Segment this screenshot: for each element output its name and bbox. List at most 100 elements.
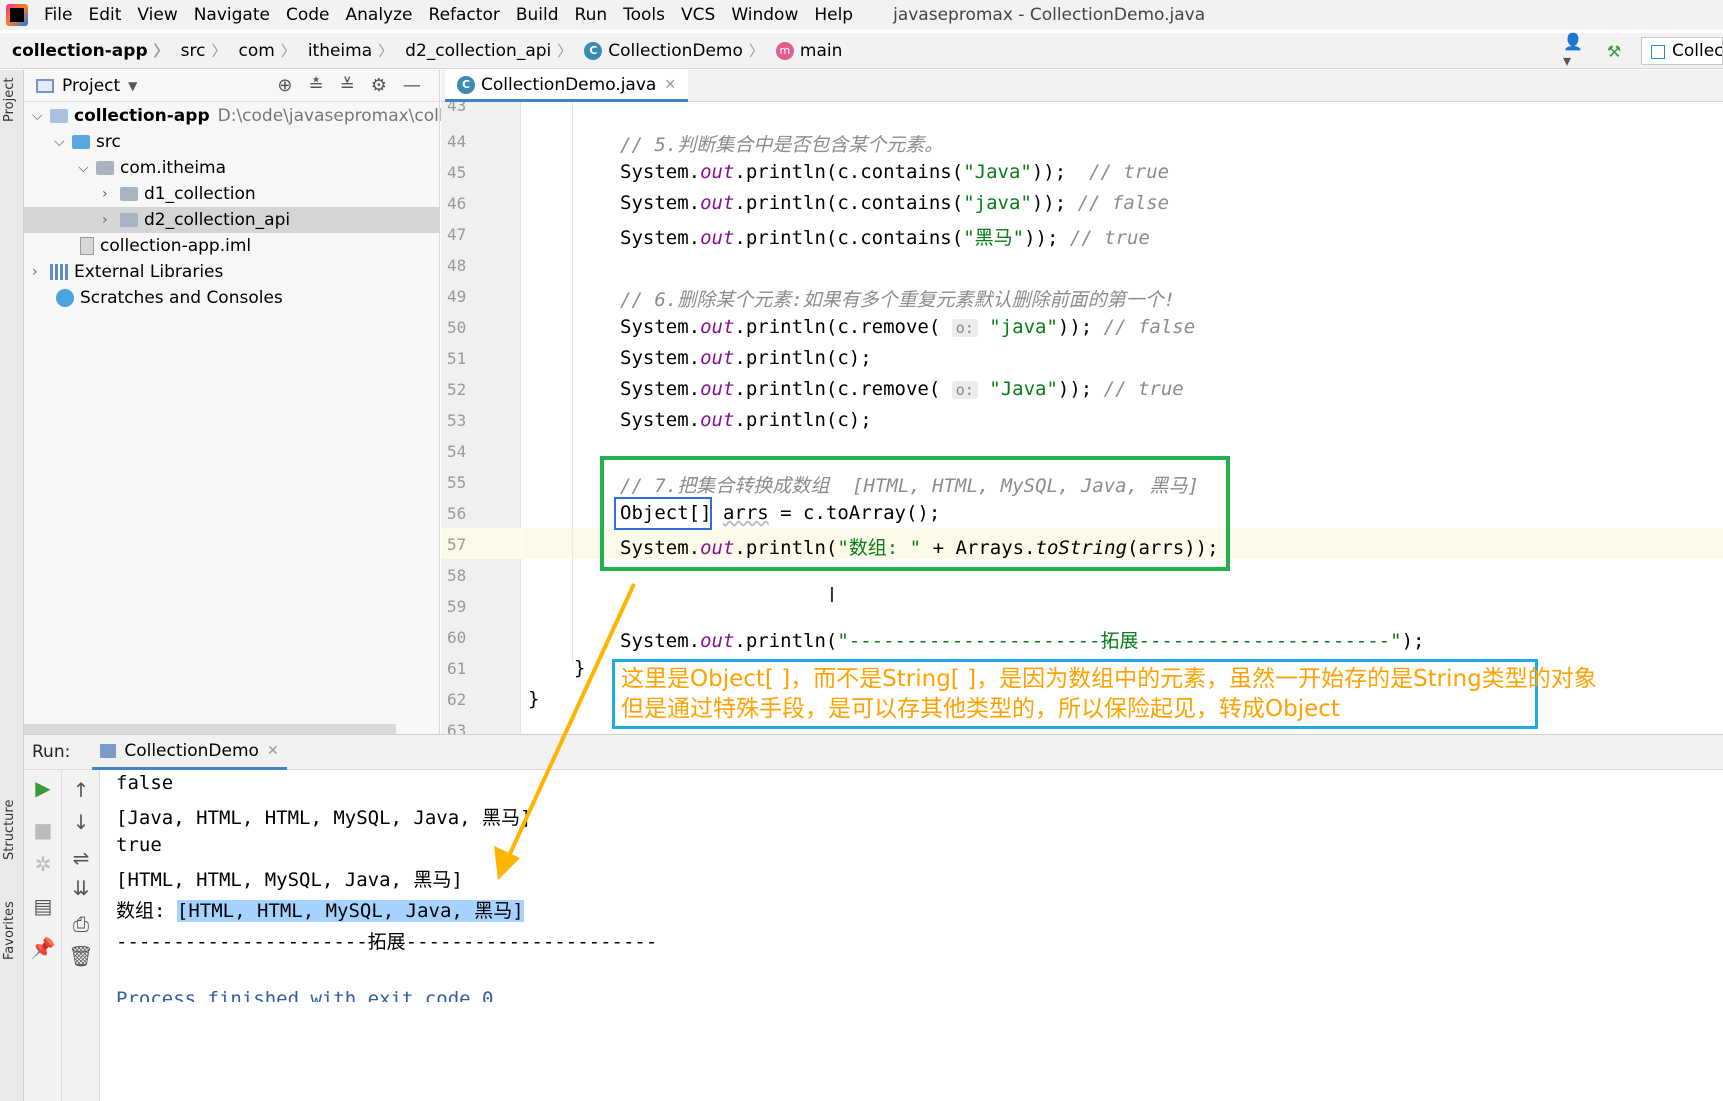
tree-item-label: d2_collection_api: [144, 210, 291, 230]
tree-item-src[interactable]: ⌵ src: [54, 129, 121, 155]
run-tab-collection-demo[interactable]: CollectionDemo ✕: [92, 734, 287, 770]
class-icon: C: [457, 75, 475, 94]
menu-file[interactable]: File: [36, 5, 80, 25]
breadcrumb-label: collection-app: [12, 40, 148, 61]
chevron-down-icon[interactable]: ⌵: [54, 134, 72, 150]
build-hammer-icon[interactable]: ⚒: [1601, 40, 1627, 62]
chevron-down-icon[interactable]: ⌵: [78, 160, 96, 176]
line-number: 63: [447, 721, 467, 734]
run-configuration-select[interactable]: Collect: [1641, 37, 1723, 65]
chevron-down-icon[interactable]: ▼: [128, 79, 137, 93]
tree-item-scratches[interactable]: Scratches and Consoles: [56, 285, 283, 311]
breadcrumb-class[interactable]: C CollectionDemo 〉: [576, 40, 768, 61]
module-file-icon: [80, 237, 94, 255]
close-icon[interactable]: ✕: [267, 743, 279, 759]
print-icon[interactable]: ⎙: [62, 912, 100, 936]
arrow-down-icon[interactable]: ↓: [62, 810, 100, 834]
line-number: 58: [447, 566, 467, 585]
project-tool-tab[interactable]: Project: [2, 78, 17, 122]
layout-icon[interactable]: ▤: [24, 894, 62, 918]
string-literal: "黑马": [963, 227, 1025, 249]
menu-build[interactable]: Build: [508, 5, 567, 25]
menu-refactor[interactable]: Refactor: [421, 5, 508, 25]
line-number: 57: [447, 535, 467, 554]
console-line-array: 数组: [HTML, HTML, MySQL, Java, 黑马]: [116, 896, 524, 923]
chevron-right-icon[interactable]: ›: [102, 186, 120, 202]
highlight-box-object: [614, 497, 712, 530]
rerun-icon[interactable]: ▶: [24, 776, 62, 800]
class-icon: C: [584, 41, 603, 60]
menu-navigate[interactable]: Navigate: [186, 5, 278, 25]
line-number: 55: [447, 473, 467, 492]
chevron-down-icon[interactable]: ⌵: [32, 108, 50, 124]
locate-file-icon[interactable]: ⊕: [277, 75, 292, 96]
line-number: 46: [447, 194, 467, 213]
code-line-49: // 6.删除某个元素:如果有多个重复元素默认删除前面的第一个!: [620, 285, 1175, 312]
structure-tool-tab[interactable]: Structure: [2, 800, 17, 860]
trash-icon[interactable]: 🗑: [62, 944, 100, 968]
project-view-selector[interactable]: Project: [62, 76, 120, 96]
annotation-line-2: 但是通过特殊手段，是可以存其他类型的，所以保险起见，转成Object: [621, 696, 1340, 722]
tree-item-collection-app[interactable]: ⌵ collection-app D:\code\javasepromax\co…: [32, 103, 485, 129]
menu-tools[interactable]: Tools: [615, 5, 673, 25]
run-tab-label: CollectionDemo: [124, 740, 259, 761]
string-literal: "java": [989, 316, 1058, 338]
stop-icon[interactable]: ■: [24, 818, 62, 842]
menu-edit[interactable]: Edit: [80, 5, 129, 25]
favorites-tool-tab[interactable]: Favorites: [2, 901, 17, 960]
ide-window: File Edit View Navigate Code Analyze Ref…: [0, 0, 1723, 1101]
tree-item-iml[interactable]: collection-app.iml: [80, 233, 251, 259]
line-number: 60: [447, 628, 467, 647]
menu-run[interactable]: Run: [567, 5, 616, 25]
user-icon[interactable]: 👤▾: [1563, 32, 1589, 70]
pin-icon[interactable]: 📌: [24, 936, 62, 960]
breadcrumb-project[interactable]: collection-app 〉: [0, 40, 173, 61]
line-number: 45: [447, 163, 467, 182]
line-number: 54: [447, 442, 467, 461]
close-icon[interactable]: ✕: [664, 77, 676, 93]
run-label: Run:: [32, 742, 71, 762]
breadcrumb-itheima[interactable]: itheima 〉: [300, 40, 397, 61]
console-output[interactable]: false [Java, HTML, HTML, MySQL, Java, 黑马…: [100, 770, 1723, 1101]
menu-analyze[interactable]: Analyze: [338, 5, 421, 25]
breadcrumb-label: src: [180, 40, 206, 61]
editor-tab-bar: C CollectionDemo.java ✕: [441, 70, 1723, 102]
tree-item-d1-collection[interactable]: › d1_collection: [102, 181, 256, 207]
menu-vcs[interactable]: VCS: [673, 5, 723, 25]
breadcrumb-package[interactable]: d2_collection_api 〉: [397, 40, 576, 61]
chevron-right-icon[interactable]: ›: [32, 264, 50, 280]
menu-code[interactable]: Code: [278, 5, 338, 25]
breadcrumb-method[interactable]: m main: [768, 41, 846, 61]
menu-bar: File Edit View Navigate Code Analyze Ref…: [0, 0, 1723, 30]
tab-collection-demo[interactable]: C CollectionDemo.java ✕: [445, 70, 689, 102]
menu-help[interactable]: Help: [806, 5, 861, 25]
tree-item-label: Scratches and Consoles: [80, 288, 283, 308]
horizontal-scrollbar[interactable]: [24, 724, 396, 734]
project-panel-header: Project ▼ ⊕ ≛ ≚ ⚙ —: [24, 70, 439, 102]
tree-item-d2-collection-api[interactable]: › d2_collection_api: [24, 207, 440, 233]
code-editor[interactable]: // 5.判断集合中是否包含某个元素。 System.out.println(c…: [522, 102, 1723, 734]
code-line-61: }: [574, 657, 586, 679]
hide-panel-icon[interactable]: —: [403, 75, 421, 96]
scroll-to-end-icon[interactable]: ⇊: [62, 876, 100, 900]
collapse-all-icon[interactable]: ≚: [340, 75, 355, 96]
chevron-right-icon: 〉: [748, 42, 764, 60]
arrow-up-icon[interactable]: ↑: [62, 778, 100, 802]
expand-all-icon[interactable]: ≛: [309, 75, 324, 96]
soft-wrap-icon[interactable]: ⇌: [62, 846, 100, 870]
chevron-right-icon[interactable]: ›: [102, 212, 120, 228]
gear-icon[interactable]: ⚙: [371, 75, 387, 96]
breadcrumb-label: CollectionDemo: [608, 40, 743, 61]
debug-icon[interactable]: ✲: [24, 852, 62, 876]
comment: // true: [1089, 161, 1170, 183]
menu-view[interactable]: View: [129, 5, 185, 25]
chevron-right-icon: 〉: [557, 42, 573, 60]
tree-item-external-libraries[interactable]: › External Libraries: [32, 259, 223, 285]
run-toolbar-secondary: ↑ ↓ ⇌ ⇊ ⎙ 🗑: [62, 770, 100, 1101]
breadcrumb-com[interactable]: com 〉: [230, 40, 299, 61]
tree-item-com-itheima[interactable]: ⌵ com.itheima: [78, 155, 226, 181]
breadcrumb-src[interactable]: src 〉: [173, 40, 231, 61]
menu-window[interactable]: Window: [723, 5, 806, 25]
code-line-53: System.out.println(c);: [620, 409, 872, 431]
line-number: 52: [447, 380, 467, 399]
